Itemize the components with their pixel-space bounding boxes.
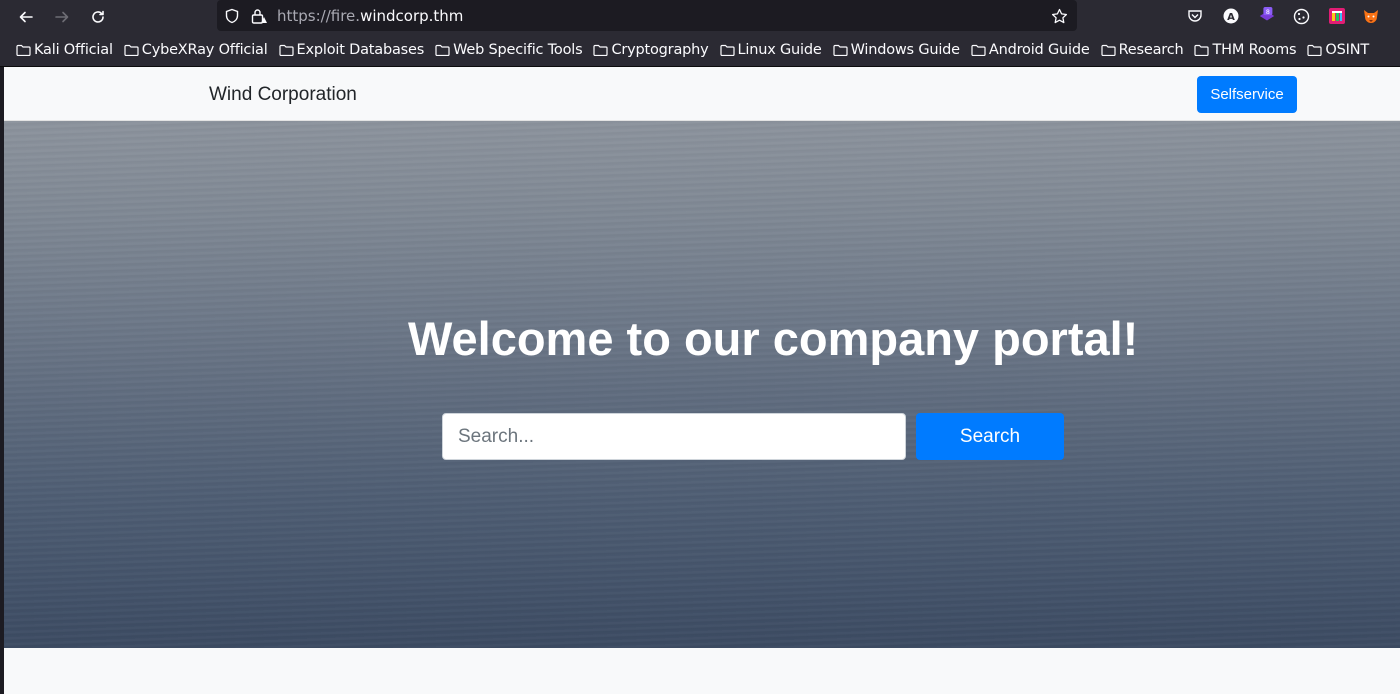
selfservice-button[interactable]: Selfservice	[1197, 76, 1297, 113]
hero-title: Welcome to our company portal!	[408, 312, 1139, 365]
folder-icon	[1100, 44, 1116, 56]
url-host: windcorp.thm	[360, 7, 464, 25]
colorful-extension-icon[interactable]	[1328, 7, 1346, 25]
tracking-shield-icon[interactable]	[222, 6, 242, 26]
bookmark-cryptography[interactable]: Cryptography	[593, 42, 709, 58]
url-scheme: https://fire.	[277, 7, 361, 25]
folder-icon	[971, 44, 986, 56]
site-navbar: Wind Corporation Selfservice	[4, 67, 1400, 121]
browser-toolbar: https://fire.windcorp.thm A 8	[0, 0, 1400, 34]
cookie-icon[interactable]	[1292, 7, 1310, 25]
bookmark-label: OSINT	[1325, 42, 1370, 58]
pocket-icon[interactable]	[1186, 7, 1204, 25]
url-bar[interactable]: https://fire.windcorp.thm	[217, 0, 1077, 31]
bookmark-research[interactable]: Research	[1100, 42, 1184, 58]
folder-icon	[278, 44, 294, 56]
bookmark-android-guide[interactable]: Android Guide	[971, 42, 1090, 58]
bookmark-label: Kali Official	[34, 42, 113, 58]
bookmark-label: THM Rooms	[1212, 42, 1297, 58]
bookmarks-toolbar: Kali Official CybeXRay Official Exploit …	[0, 34, 1400, 67]
forward-arrow-icon[interactable]	[50, 5, 74, 29]
search-input[interactable]	[442, 413, 906, 460]
bookmark-windows-guide[interactable]: Windows Guide	[832, 42, 961, 58]
brand-link[interactable]: Wind Corporation	[209, 84, 357, 106]
bookmark-label: Research	[1118, 42, 1184, 58]
bookmark-linux-guide[interactable]: Linux Guide	[719, 42, 822, 58]
bookmark-label: Android Guide	[988, 42, 1090, 58]
bookmark-exploit-databases[interactable]: Exploit Databases	[278, 42, 425, 58]
folder-icon	[124, 44, 139, 56]
bookmark-web-specific-tools[interactable]: Web Specific Tools	[435, 42, 583, 58]
bookmark-kali-official[interactable]: Kali Official	[16, 42, 113, 58]
svg-text:A: A	[1227, 12, 1235, 23]
search-button[interactable]: Search	[916, 413, 1064, 460]
back-arrow-icon[interactable]	[14, 5, 38, 29]
bookmark-label: CybeXRay Official	[141, 42, 268, 58]
extension-badge-icon[interactable]: 8	[1258, 7, 1276, 25]
hero-section: Welcome to our company portal! Search	[4, 121, 1400, 648]
bookmark-label: Exploit Databases	[296, 42, 425, 58]
badge-count: 8	[1266, 9, 1270, 16]
folder-icon	[16, 44, 31, 56]
bookmark-thm-rooms[interactable]: THM Rooms	[1194, 42, 1297, 58]
bookmark-star-icon[interactable]	[1049, 6, 1069, 26]
bookmark-label: Cryptography	[611, 42, 709, 58]
account-avatar-icon[interactable]: A	[1222, 7, 1240, 25]
bookmark-osint[interactable]: OSINT	[1307, 42, 1369, 58]
bookmark-label: Windows Guide	[850, 42, 961, 58]
fox-extension-icon[interactable]	[1362, 7, 1380, 25]
reload-icon[interactable]	[86, 5, 110, 29]
folder-icon	[435, 44, 450, 56]
bookmark-label: Web Specific Tools	[453, 42, 583, 58]
folder-icon	[832, 44, 848, 56]
bookmark-cybexray-official[interactable]: CybeXRay Official	[124, 42, 268, 58]
folder-icon	[593, 44, 609, 56]
page-content: Wind Corporation Selfservice Welcome to …	[4, 67, 1400, 694]
folder-icon	[1194, 44, 1210, 56]
insecure-lock-icon[interactable]	[249, 6, 269, 26]
folder-icon	[1307, 44, 1323, 56]
url-text[interactable]: https://fire.windcorp.thm	[277, 7, 463, 25]
folder-icon	[719, 44, 735, 56]
bookmark-label: Linux Guide	[737, 42, 822, 58]
